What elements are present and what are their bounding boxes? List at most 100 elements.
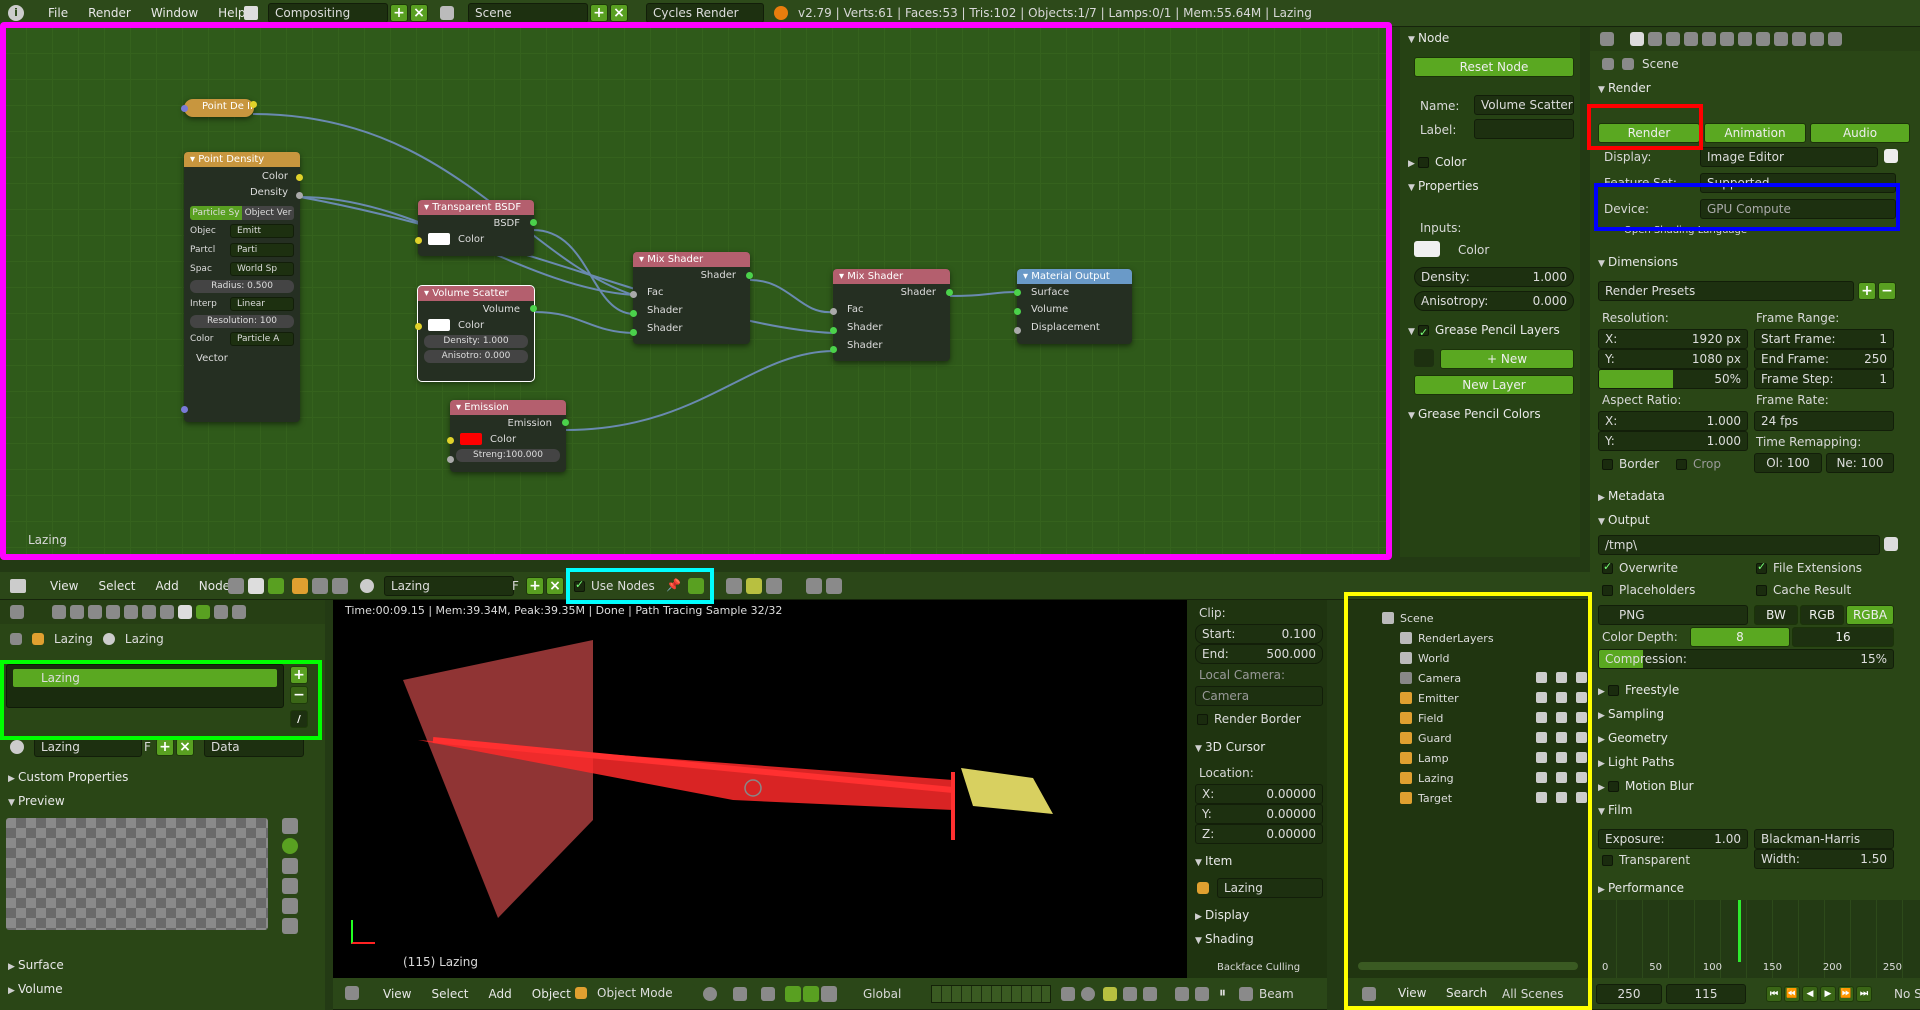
color-rgb-button[interactable]: RGB [1800, 605, 1844, 625]
object-tab-icon[interactable] [106, 605, 120, 619]
cursor-icon[interactable] [1556, 732, 1567, 743]
snap-mode-icon[interactable] [746, 578, 762, 594]
aspect-y-field[interactable]: Y: 1.000 [1598, 431, 1748, 451]
interp-field[interactable]: Linear [230, 297, 294, 311]
scene-select[interactable]: Scene [468, 3, 588, 23]
eye-icon[interactable] [1536, 792, 1547, 803]
particles-tab-icon[interactable] [214, 605, 228, 619]
frame-step-field[interactable]: Frame Step: 1 [1754, 369, 1894, 389]
dimensions-header[interactable]: ▼ Dimensions [1590, 251, 1910, 273]
scene-tab-icon[interactable] [1666, 32, 1680, 46]
3d-cursor-header[interactable]: ▼ 3D Cursor [1187, 736, 1327, 758]
snap-icon[interactable] [1103, 987, 1117, 1001]
socket-color-in[interactable] [415, 237, 422, 244]
hair-preview-icon[interactable] [282, 898, 298, 914]
cursor-z-field[interactable]: Z: 0.00000 [1195, 824, 1323, 844]
node-volume-scatter[interactable]: ▾ Volume Scatter Volume Color Density: 1… [415, 285, 537, 382]
current-frame-marker[interactable] [1738, 900, 1741, 962]
snap-icon[interactable] [726, 578, 742, 594]
render-icon[interactable] [1081, 987, 1095, 1001]
outliner-item-guard[interactable]: Guard [1348, 728, 1588, 748]
menu-window[interactable]: Window [141, 0, 208, 27]
layers-tab-icon[interactable] [1648, 32, 1662, 46]
resolution-y-field[interactable]: Y: 1080 px [1598, 349, 1748, 369]
grease-pencil-layers-header[interactable]: ▼Grease Pencil Layers [1400, 319, 1580, 344]
animation-button[interactable]: Animation [1704, 123, 1806, 143]
current-frame-field[interactable]: 115 [1666, 984, 1746, 1004]
paste-nodes-icon[interactable] [826, 578, 842, 594]
node-mix-shader-1[interactable]: ▾ Mix Shader Shader Fac Shader Shader [630, 252, 753, 344]
camera-render-icon[interactable] [1576, 712, 1587, 723]
add-material-button[interactable]: + [526, 577, 544, 595]
motion-blur-header[interactable]: ▶ Motion Blur [1590, 775, 1910, 797]
layers-tab-icon[interactable] [52, 605, 66, 619]
item-header[interactable]: ▼ Item [1187, 850, 1327, 872]
remove-slot-button[interactable]: − [290, 686, 308, 704]
shading-header[interactable]: ▼ Shading [1187, 928, 1327, 950]
scene-tab-icon[interactable] [70, 605, 84, 619]
eye-icon[interactable] [1536, 692, 1547, 703]
rotate-icon[interactable] [803, 986, 819, 1002]
layout-icon[interactable] [244, 6, 258, 20]
layer-buttons[interactable] [931, 985, 1051, 1003]
node-material-output[interactable]: ▾ Material Output Surface Volume Displac… [1014, 269, 1132, 344]
surface-header[interactable]: ▶ Surface [0, 954, 310, 976]
material-tab-icon[interactable] [1774, 32, 1788, 46]
play-icon[interactable]: ▶ [1820, 986, 1836, 1002]
camera-render-icon[interactable] [1576, 772, 1587, 783]
socket-shader-out[interactable] [746, 272, 753, 279]
outliner-item-lazing[interactable]: Lazing [1348, 768, 1588, 788]
physics-tab-icon[interactable] [232, 605, 246, 619]
remap-new-field[interactable]: Ne: 100 [1826, 453, 1894, 473]
output-path-field[interactable]: /tmp\ [1598, 535, 1880, 555]
outliner-scrollbar[interactable] [1358, 962, 1578, 970]
performance-header[interactable]: ▶ Performance [1590, 877, 1910, 899]
pin-icon[interactable]: 📌 [666, 578, 681, 592]
socket-shader-out[interactable] [946, 289, 953, 296]
camera-render-icon[interactable] [1576, 752, 1587, 763]
texture-icon[interactable] [268, 578, 284, 594]
socket-in[interactable] [181, 105, 188, 112]
outliner-item-renderlayers[interactable]: RenderLayers [1348, 628, 1588, 648]
overwrite-toggle[interactable]: Overwrite [1602, 560, 1678, 575]
copy-nodes-icon[interactable] [806, 578, 822, 594]
info-icon[interactable]: i [8, 5, 24, 21]
volume-header[interactable]: ▶ Volume [0, 978, 310, 1000]
pause-render-icon[interactable]: ⏸ [1219, 985, 1226, 1001]
file-format-select[interactable]: PNG [1598, 605, 1748, 625]
socket-volume-out[interactable] [530, 305, 537, 312]
monkey-preview-icon[interactable] [282, 878, 298, 894]
outliner-item-target[interactable]: Target [1348, 788, 1588, 808]
start-frame-field[interactable]: Start Frame: 1 [1754, 329, 1894, 349]
device-select[interactable]: GPU Compute [1700, 199, 1896, 219]
node-point-density[interactable]: ▾ Point Density Color Density Particle S… [181, 152, 303, 422]
eye-icon[interactable] [1536, 672, 1547, 683]
outliner-item-emitter[interactable]: Emitter [1348, 688, 1588, 708]
custom-properties-header[interactable]: ▶ Custom Properties [0, 766, 310, 788]
menu-search[interactable]: Search [1436, 980, 1497, 1007]
geometry-header[interactable]: ▶ Geometry [1590, 727, 1910, 749]
world-icon[interactable] [312, 578, 328, 594]
end-frame-field[interactable]: 250 [1596, 984, 1662, 1004]
cube-preview-icon[interactable] [282, 858, 298, 874]
material-slot-list[interactable]: Lazing [6, 664, 284, 708]
editor-type-icon[interactable] [345, 986, 359, 1000]
timeline[interactable]: 0 50 100 150 200 250 [1590, 900, 1920, 978]
display-header[interactable]: ▶ Display [1187, 904, 1327, 926]
texture-tab-icon[interactable] [1792, 32, 1806, 46]
data-tab-icon[interactable] [1756, 32, 1770, 46]
socket-surface-in[interactable] [1014, 289, 1021, 296]
editor-type-icon[interactable] [1362, 987, 1376, 1001]
anisotropy-field[interactable]: Anisotropy: 0.000 [1414, 291, 1574, 311]
snap-element-icon[interactable] [1123, 987, 1137, 1001]
new-layer-button[interactable]: New Layer [1414, 375, 1574, 395]
eye-icon[interactable] [1536, 772, 1547, 783]
object-tab-icon[interactable] [1702, 32, 1716, 46]
render-header[interactable]: ▼ Render [1590, 77, 1910, 99]
menu-view[interactable]: View [40, 573, 88, 600]
menu-render[interactable]: Render [78, 0, 141, 27]
sampling-header[interactable]: ▶ Sampling [1590, 703, 1910, 725]
camera-render-icon[interactable] [1576, 692, 1587, 703]
outliner-item-lamp[interactable]: Lamp [1348, 748, 1588, 768]
node-transparent-bsdf[interactable]: ▾ Transparent BSDF BSDF Color [415, 200, 537, 256]
